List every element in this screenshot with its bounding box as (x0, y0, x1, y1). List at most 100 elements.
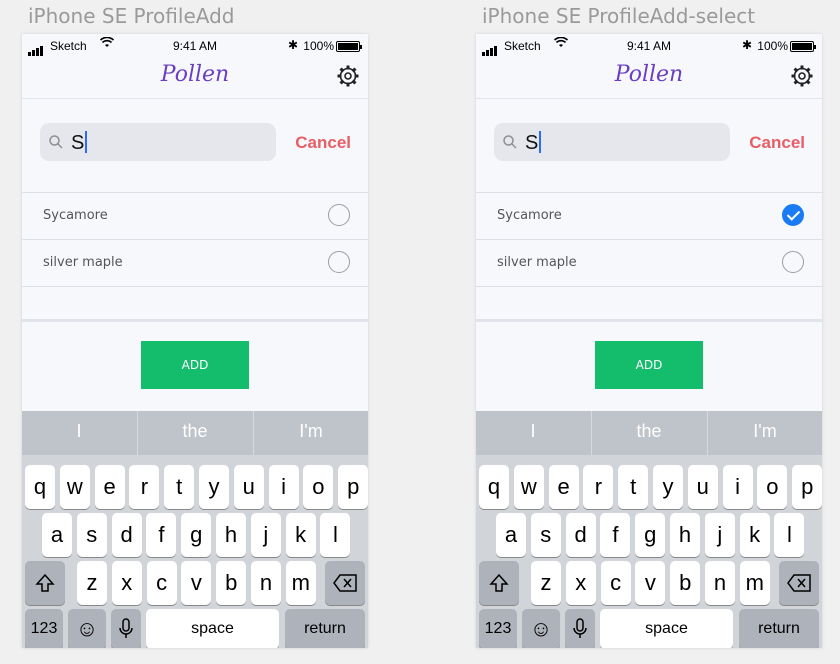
nav-bar: Pollen (476, 58, 822, 99)
key-a[interactable]: a (42, 513, 72, 557)
key-v[interactable]: v (181, 561, 212, 605)
search-input[interactable]: S (40, 123, 276, 161)
return-key[interactable]: return (285, 609, 365, 648)
key-s[interactable]: s (530, 513, 561, 557)
key-q[interactable]: q (25, 465, 55, 509)
prediction-suggestion[interactable]: I'm (254, 411, 368, 455)
key-j[interactable]: j (250, 513, 281, 557)
key-j[interactable]: j (704, 513, 735, 557)
key-e[interactable]: e (94, 465, 125, 509)
key-c[interactable]: c (600, 561, 631, 605)
key-y[interactable]: y (199, 465, 229, 509)
battery-icon (336, 41, 362, 52)
predictive-bar: Ithe I'm (476, 411, 822, 455)
prediction-suggestion[interactable]: I (476, 411, 590, 455)
gear-icon[interactable] (336, 64, 360, 88)
microphone-icon (119, 618, 133, 638)
key-i[interactable]: i (268, 465, 299, 509)
battery-percent: 100% (757, 39, 788, 53)
key-x[interactable]: x (565, 561, 596, 605)
result-row[interactable]: silver maple (22, 240, 368, 287)
key-s[interactable]: s (76, 513, 107, 557)
key-c[interactable]: c (146, 561, 177, 605)
key-n[interactable]: n (705, 561, 735, 605)
prediction-suggestion[interactable]: the (138, 411, 252, 455)
prediction-suggestion[interactable]: I (22, 411, 136, 455)
battery-percent: 100% (303, 39, 334, 53)
key-t[interactable]: t (164, 465, 195, 509)
radio-circle-icon[interactable] (328, 204, 350, 226)
result-row[interactable]: silver maple (476, 240, 822, 287)
shift-key[interactable] (479, 561, 519, 605)
key-y[interactable]: y (653, 465, 683, 509)
app-logo: Pollen (614, 62, 684, 87)
search-input[interactable]: S (494, 123, 730, 161)
prediction-suggestion[interactable]: I'm (708, 411, 822, 455)
delete-key[interactable] (325, 561, 365, 605)
cancel-button[interactable]: Cancel (749, 133, 805, 153)
search-value: S (525, 132, 539, 154)
return-key[interactable]: return (739, 609, 819, 648)
key-o[interactable]: o (757, 465, 788, 509)
key-u[interactable]: u (233, 465, 264, 509)
key-z[interactable]: z (77, 561, 107, 605)
key-q[interactable]: q (479, 465, 509, 509)
add-button[interactable]: ADD (141, 341, 249, 389)
key-h[interactable]: h (670, 513, 700, 557)
key-v[interactable]: v (635, 561, 666, 605)
key-f[interactable]: f (146, 513, 177, 557)
key-x[interactable]: x (111, 561, 142, 605)
space-key[interactable]: space (600, 609, 733, 648)
key-z[interactable]: z (531, 561, 561, 605)
delete-key[interactable] (779, 561, 819, 605)
key-d[interactable]: d (565, 513, 596, 557)
key-h[interactable]: h (216, 513, 246, 557)
key-g[interactable]: g (635, 513, 666, 557)
key-f[interactable]: f (600, 513, 631, 557)
key-w[interactable]: w (513, 465, 544, 509)
result-row[interactable]: Sycamore (22, 193, 368, 240)
keyboard: q w e r t y u i o p a s d f g h j k l z x c v b n m 123 ☺ space retur… (22, 455, 368, 648)
key-m[interactable]: m (739, 561, 770, 605)
key-e[interactable]: e (548, 465, 579, 509)
add-button[interactable]: ADD (595, 341, 703, 389)
key-i[interactable]: i (722, 465, 753, 509)
key-p[interactable]: p (792, 465, 822, 509)
key-k[interactable]: k (739, 513, 770, 557)
space-key[interactable]: space (146, 609, 279, 648)
emoji-key[interactable]: ☺ (68, 609, 106, 648)
key-n[interactable]: n (251, 561, 281, 605)
key-w[interactable]: w (59, 465, 90, 509)
key-b[interactable]: b (216, 561, 247, 605)
dictation-key[interactable] (565, 609, 595, 648)
key-p[interactable]: p (338, 465, 368, 509)
battery-icon (790, 41, 816, 52)
checkmark-icon[interactable] (782, 204, 804, 226)
numbers-key[interactable]: 123 (25, 609, 63, 648)
key-l[interactable]: l (774, 513, 805, 557)
key-b[interactable]: b (670, 561, 701, 605)
gear-icon[interactable] (790, 64, 814, 88)
text-caret (539, 131, 541, 153)
emoji-key[interactable]: ☺ (522, 609, 560, 648)
result-row[interactable]: Sycamore (476, 193, 822, 240)
key-o[interactable]: o (303, 465, 334, 509)
key-r[interactable]: r (129, 465, 160, 509)
key-u[interactable]: u (687, 465, 718, 509)
shift-key[interactable] (25, 561, 65, 605)
dictation-key[interactable] (111, 609, 141, 648)
numbers-key[interactable]: 123 (479, 609, 517, 648)
key-t[interactable]: t (618, 465, 649, 509)
key-r[interactable]: r (583, 465, 614, 509)
radio-circle-icon[interactable] (782, 251, 804, 273)
radio-circle-icon[interactable] (328, 251, 350, 273)
prediction-suggestion[interactable]: the (592, 411, 706, 455)
key-d[interactable]: d (111, 513, 142, 557)
cancel-button[interactable]: Cancel (295, 133, 351, 153)
key-m[interactable]: m (285, 561, 316, 605)
key-l[interactable]: l (320, 513, 351, 557)
key-g[interactable]: g (181, 513, 212, 557)
key-a[interactable]: a (496, 513, 526, 557)
search-area: S Cancel (22, 99, 368, 193)
key-k[interactable]: k (285, 513, 316, 557)
